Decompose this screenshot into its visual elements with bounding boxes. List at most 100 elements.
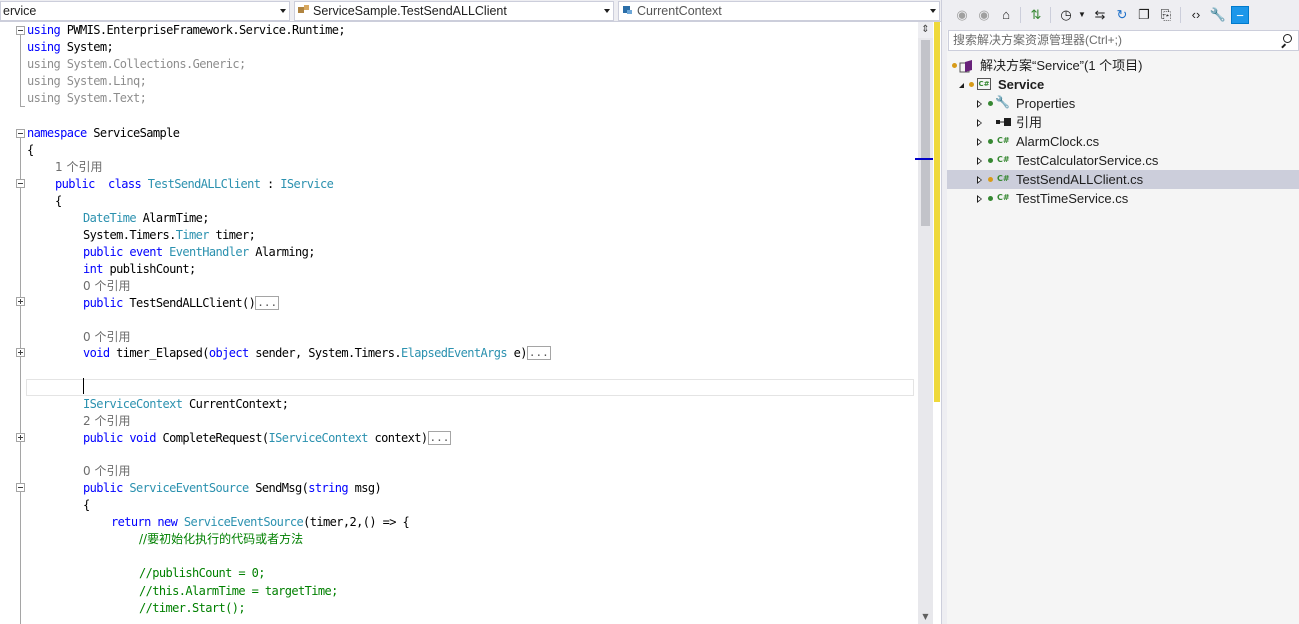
- chevron-down-icon[interactable]: ▼: [1073, 6, 1091, 24]
- code-line: return new ServiceEventSource(timer,2,()…: [111, 515, 410, 529]
- tree-item-label: Service: [998, 77, 1045, 92]
- swap-icon[interactable]: ⇆: [1091, 6, 1109, 24]
- code-editor[interactable]: ervice ServiceSample.TestSendALLClient C…: [0, 0, 941, 624]
- code-line: //this.AlarmTime = targetTime;: [139, 584, 338, 598]
- code-area[interactable]: using PWMIS.EnterpriseFramework.Service.…: [0, 22, 918, 624]
- expand-toggle[interactable]: [16, 433, 25, 442]
- code-line: namespace ServiceSample: [27, 126, 180, 140]
- code-line: IServiceContext CurrentContext;: [83, 397, 289, 411]
- reference-count[interactable]: 2 个引用: [83, 413, 130, 430]
- expand-arrow-icon[interactable]: [977, 100, 982, 108]
- reference-count[interactable]: 0 个引用: [83, 278, 130, 295]
- pending-dot-icon: [988, 177, 993, 182]
- solution-icon: [959, 59, 973, 73]
- code-line: void timer_Elapsed(object sender, System…: [83, 346, 551, 360]
- reference-count[interactable]: 0 个引用: [83, 463, 130, 480]
- csharp-file-icon: C#: [997, 155, 1010, 164]
- scrollbar-thumb[interactable]: [921, 40, 930, 226]
- csharp-file-icon: C#: [997, 193, 1010, 202]
- tree-item-project[interactable]: C# Service: [947, 75, 1299, 94]
- solution-search-input[interactable]: 搜索解决方案资源管理器(Ctrl+;): [948, 30, 1299, 51]
- tree-item-label: 解决方案“Service”(1 个项目): [980, 58, 1143, 73]
- expand-arrow-icon[interactable]: [977, 176, 982, 184]
- type-dropdown[interactable]: ServiceSample.TestSendALLClient: [294, 1, 614, 21]
- collapse-toggle[interactable]: [16, 483, 25, 492]
- view-code-icon[interactable]: ‹›: [1187, 6, 1205, 24]
- code-line: System.Timers.Timer timer;: [83, 228, 256, 242]
- pending-dot-icon: [952, 63, 957, 68]
- member-dropdown-label: CurrentContext: [637, 4, 722, 18]
- checked-in-dot-icon: [988, 196, 993, 201]
- fold-guide: [20, 137, 21, 624]
- home-icon[interactable]: ⌂: [997, 6, 1015, 24]
- scroll-down-icon[interactable]: ▼: [918, 609, 933, 624]
- toolbar-separator: [1050, 7, 1051, 23]
- expand-toggle[interactable]: [16, 348, 25, 357]
- type-dropdown-label: ServiceSample.TestSendALLClient: [313, 4, 507, 18]
- project-dropdown[interactable]: ervice: [0, 1, 290, 21]
- collapse-toggle[interactable]: [16, 26, 25, 35]
- collapsed-block[interactable]: ...: [255, 296, 280, 310]
- code-line: {: [27, 143, 34, 157]
- tree-item-file[interactable]: C# AlarmClock.cs: [947, 132, 1299, 151]
- code-line: public void CompleteRequest(IServiceCont…: [83, 431, 452, 445]
- sync-icon[interactable]: ⇅: [1027, 6, 1045, 24]
- expand-arrow-icon[interactable]: [977, 195, 982, 203]
- preview-selected-icon[interactable]: −: [1231, 6, 1249, 24]
- class-icon: [297, 3, 311, 15]
- code-line: using System.Linq;: [27, 74, 147, 88]
- code-line: {: [83, 498, 90, 512]
- member-dropdown[interactable]: CurrentContext: [618, 1, 940, 21]
- reference-count[interactable]: 0 个引用: [83, 329, 130, 346]
- expand-arrow-icon[interactable]: [977, 119, 982, 127]
- collapse-toggle[interactable]: [16, 179, 25, 188]
- tree-item-solution[interactable]: 解决方案“Service”(1 个项目): [947, 56, 1299, 75]
- expand-arrow-icon[interactable]: [977, 138, 982, 146]
- search-placeholder: 搜索解决方案资源管理器(Ctrl+;): [953, 33, 1122, 47]
- tree-item-file[interactable]: C# TestTimeService.cs: [947, 189, 1299, 208]
- fold-end-tick: [20, 106, 25, 107]
- expand-toggle[interactable]: [16, 297, 25, 306]
- solution-explorer: ◉ ◉ ⌂ ⇅ ◷ ▼ ⇆ ↻ ❐ ⎘ ‹› 🔧 − 搜索解决方案资源管理器(C…: [947, 0, 1299, 624]
- expand-arrow-icon[interactable]: [977, 157, 982, 165]
- tree-item-references[interactable]: 引用: [947, 113, 1299, 132]
- properties-wrench-icon[interactable]: 🔧: [1209, 6, 1227, 24]
- show-all-files-icon[interactable]: ⎘: [1157, 6, 1175, 24]
- current-line-highlight: [26, 379, 914, 396]
- reference-count[interactable]: 1 个引用: [55, 159, 102, 176]
- fold-guide: [20, 35, 21, 107]
- collapsed-block[interactable]: ...: [427, 431, 452, 445]
- csharp-file-icon: C#: [997, 174, 1010, 183]
- collapsed-block[interactable]: ...: [526, 346, 551, 360]
- code-line: using PWMIS.EnterpriseFramework.Service.…: [27, 23, 346, 37]
- forward-icon[interactable]: ◉: [975, 6, 993, 24]
- wrench-icon: 🔧: [995, 95, 1010, 109]
- toolbar-separator: [1020, 7, 1021, 23]
- split-window-button[interactable]: ⇕: [918, 22, 933, 38]
- back-icon[interactable]: ◉: [953, 6, 971, 24]
- change-tracking-bar: [934, 22, 940, 402]
- code-line: public event EventHandler Alarming;: [83, 245, 315, 259]
- refresh-icon[interactable]: ↻: [1113, 6, 1131, 24]
- expand-arrow-icon[interactable]: [959, 83, 964, 88]
- code-line: using System.Text;: [27, 91, 147, 105]
- code-line: DateTime AlarmTime;: [83, 211, 209, 225]
- code-line: //publishCount = 0;: [139, 566, 265, 580]
- checked-in-dot-icon: [988, 158, 993, 163]
- tree-item-file-selected[interactable]: C# TestSendALLClient.cs: [947, 170, 1299, 189]
- search-icon[interactable]: [1280, 34, 1292, 47]
- code-line: public ServiceEventSource SendMsg(string…: [83, 481, 382, 495]
- code-line: public TestSendALLClient()...: [83, 296, 280, 310]
- project-dropdown-label: ervice: [3, 4, 37, 18]
- navigation-bar: ervice ServiceSample.TestSendALLClient C…: [0, 0, 941, 22]
- tree-item-label: AlarmClock.cs: [1016, 134, 1100, 149]
- tree-item-label: TestCalculatorService.cs: [1016, 153, 1159, 168]
- caret-position-marker: [915, 158, 933, 160]
- solution-explorer-toolbar: ◉ ◉ ⌂ ⇅ ◷ ▼ ⇆ ↻ ❐ ⎘ ‹› 🔧 −: [947, 0, 1299, 30]
- checked-in-dot-icon: [988, 101, 993, 106]
- collapse-all-icon[interactable]: ❐: [1135, 6, 1153, 24]
- code-line: //timer.Start();: [139, 601, 246, 615]
- tree-item-properties[interactable]: 🔧 Properties: [947, 94, 1299, 113]
- collapse-toggle[interactable]: [16, 129, 25, 138]
- tree-item-file[interactable]: C# TestCalculatorService.cs: [947, 151, 1299, 170]
